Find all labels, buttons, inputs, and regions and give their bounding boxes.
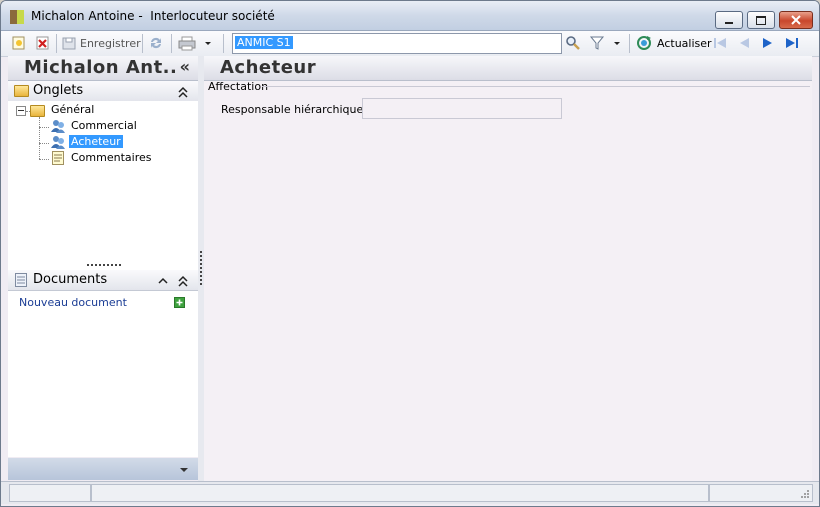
next-record-icon — [763, 38, 772, 48]
previous-record-icon — [740, 38, 749, 48]
chevron-down-icon — [614, 42, 620, 45]
new-icon — [12, 36, 25, 50]
search-icon — [566, 36, 580, 50]
close-icon — [791, 15, 801, 25]
resize-grip-icon[interactable] — [800, 489, 810, 499]
new-button[interactable] — [11, 34, 27, 52]
responsable-field[interactable] — [362, 98, 562, 119]
main-window: Michalon Antoine - Interlocuteur société — [0, 0, 820, 507]
close-button[interactable] — [779, 11, 813, 29]
tree-item-acheteur[interactable]: Acheteur — [69, 135, 123, 148]
sync-icon — [151, 37, 161, 49]
maximize-button[interactable] — [747, 11, 775, 29]
tab-title: Acheteur — [220, 57, 317, 78]
chevron-down-icon — [205, 42, 211, 45]
maximize-icon — [756, 16, 766, 25]
minimize-icon — [725, 22, 733, 24]
add-document-icon[interactable] — [174, 297, 185, 308]
status-cell-2 — [91, 484, 709, 502]
documents-title: Documents — [33, 272, 108, 287]
title-bar[interactable]: Michalon Antoine - Interlocuteur société — [1, 1, 819, 31]
tree-collapse-toggle[interactable] — [16, 106, 26, 116]
filter-dropdown[interactable] — [613, 34, 621, 52]
people-icon — [51, 120, 65, 133]
double-chevron-up-icon[interactable] — [178, 86, 188, 98]
filter-icon — [589, 36, 605, 50]
actualiser-label: Actualiser — [657, 36, 712, 50]
search-input[interactable]: ANMIC S1 — [232, 33, 562, 54]
chevron-up-icon[interactable] — [158, 275, 168, 287]
sync-button[interactable] — [148, 34, 164, 52]
panel-splitter[interactable] — [8, 261, 198, 270]
first-record-button[interactable] — [712, 34, 728, 52]
tabs-tree: Général Commercial Acheteur Commentaires — [8, 101, 198, 261]
folder-icon — [14, 85, 29, 97]
documents-panel: Nouveau document — [8, 291, 198, 457]
save-label: Enregistrer — [80, 36, 141, 50]
tab-title-header: Acheteur — [204, 56, 812, 81]
grip-icon — [200, 251, 202, 285]
next-record-button[interactable] — [760, 34, 776, 52]
actualiser-button[interactable]: Actualiser — [636, 34, 712, 52]
print-dropdown[interactable] — [204, 34, 212, 52]
new-document-link[interactable]: Nouveau document — [19, 296, 127, 309]
search-button[interactable] — [565, 34, 581, 52]
notes-icon — [52, 151, 64, 165]
status-bar — [1, 481, 819, 504]
documents-header[interactable]: Documents — [8, 270, 198, 291]
minimize-button[interactable] — [715, 11, 743, 29]
group-affectation-title: Affectation — [208, 80, 269, 93]
save-icon — [62, 37, 76, 50]
responsable-label: Responsable hiérarchique : — [221, 103, 371, 116]
tab-content: Affectation Responsable hiérarchique : — [204, 80, 812, 481]
delete-button[interactable] — [35, 34, 51, 52]
last-record-icon — [786, 38, 798, 48]
toolbar: Enregistrer ANMIC S1 Actualiser — [1, 31, 819, 57]
print-button[interactable] — [178, 34, 196, 52]
navigation-pane-footer[interactable] — [8, 458, 198, 480]
chevron-down-icon — [180, 468, 188, 472]
group-divider — [262, 86, 810, 87]
tree-item-commentaires[interactable]: Commentaires — [71, 151, 151, 164]
save-button[interactable]: Enregistrer — [61, 34, 141, 52]
double-chevron-up-icon[interactable] — [178, 275, 188, 287]
previous-record-button[interactable] — [736, 34, 752, 52]
grip-icon — [87, 264, 121, 266]
record-name: Michalon Ant.. — [24, 57, 178, 78]
app-icon — [10, 10, 24, 24]
search-value: ANMIC S1 — [235, 36, 293, 49]
collapse-panel-button[interactable]: « — [180, 57, 190, 76]
status-cell-1 — [9, 484, 91, 502]
print-icon — [178, 36, 196, 51]
delete-icon — [36, 36, 49, 50]
first-record-icon — [714, 38, 726, 48]
onglets-header[interactable]: Onglets — [8, 81, 198, 102]
last-record-button[interactable] — [784, 34, 800, 52]
tree-item-commercial[interactable]: Commercial — [71, 119, 137, 132]
status-cell-3 — [709, 484, 813, 502]
refresh-icon — [637, 36, 651, 50]
window-title: Michalon Antoine - Interlocuteur société — [31, 9, 275, 23]
document-icon — [15, 273, 27, 287]
onglets-title: Onglets — [33, 83, 84, 98]
folder-icon — [30, 105, 45, 117]
filter-button[interactable] — [589, 34, 605, 52]
record-name-header: Michalon Ant.. « — [8, 56, 198, 81]
tree-item-general[interactable]: Général — [51, 103, 94, 116]
people-icon — [51, 136, 65, 149]
